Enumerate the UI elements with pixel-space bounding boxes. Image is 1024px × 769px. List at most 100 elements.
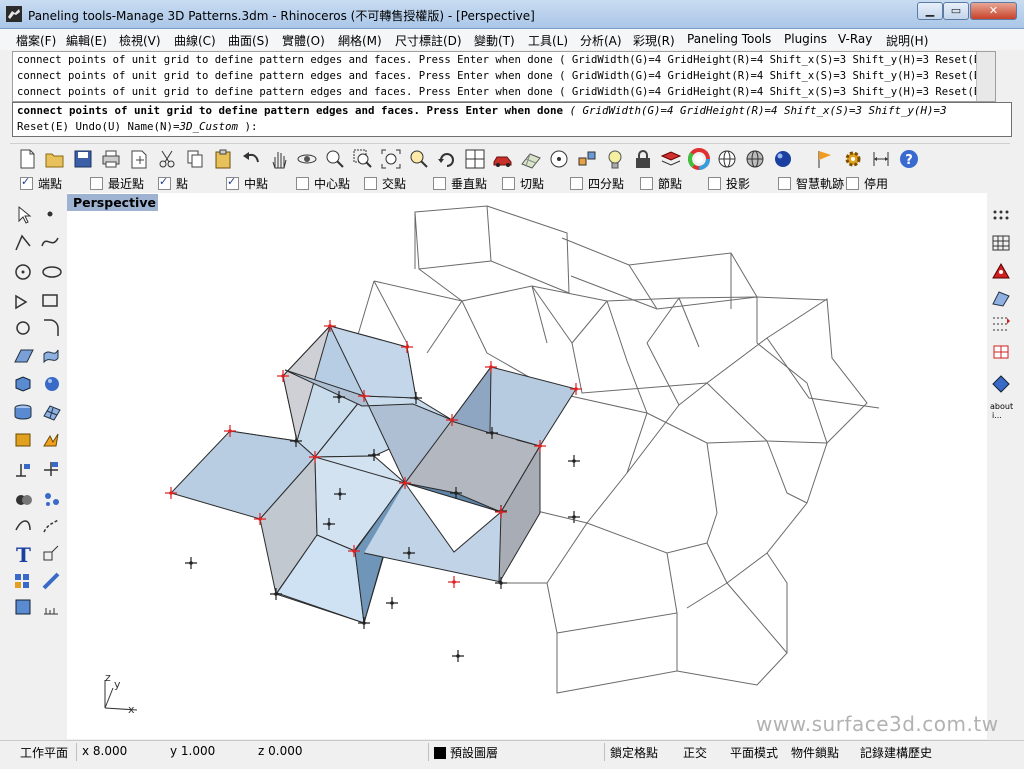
- checkbox[interactable]: [502, 177, 515, 190]
- left-toolbar-icons[interactable]: T: [10, 200, 66, 625]
- status-planar[interactable]: 平面模式: [730, 744, 778, 761]
- dimension-icon[interactable]: [870, 148, 892, 170]
- osnap-intersection[interactable]: 交點: [364, 175, 406, 192]
- save-icon[interactable]: [72, 148, 94, 170]
- shaded-sphere-icon[interactable]: [744, 148, 766, 170]
- viewport-title-tab[interactable]: Perspective: [67, 194, 158, 211]
- undo-icon[interactable]: [240, 148, 262, 170]
- grid-icon[interactable]: [520, 148, 542, 170]
- copy-icon[interactable]: [184, 148, 206, 170]
- checkbox[interactable]: [570, 177, 583, 190]
- menu-surface[interactable]: 曲面(S): [228, 32, 269, 49]
- checkbox[interactable]: [364, 177, 377, 190]
- zoom-extents-icon[interactable]: [380, 148, 402, 170]
- osnap-quad[interactable]: 四分點: [570, 175, 624, 192]
- checkbox[interactable]: [20, 175, 33, 190]
- help-icon[interactable]: ?: [898, 148, 920, 170]
- menu-view[interactable]: 檢視(V): [119, 32, 161, 49]
- point-icon[interactable]: [548, 148, 570, 170]
- maximize-button[interactable]: ▭: [943, 2, 969, 20]
- gear-icon[interactable]: [842, 148, 864, 170]
- osnap-project[interactable]: 投影: [708, 175, 750, 192]
- grid-icon: [992, 235, 1010, 251]
- osnap-smarttrack[interactable]: 智慧軌跡: [778, 175, 844, 192]
- new-file-icon[interactable]: [16, 148, 38, 170]
- history-scrollbar[interactable]: [976, 52, 995, 101]
- rotate-view-icon[interactable]: [296, 148, 318, 170]
- rendered-sphere-icon[interactable]: [772, 148, 794, 170]
- osnap-knot[interactable]: 節點: [640, 175, 682, 192]
- status-ortho[interactable]: 正交: [683, 744, 707, 761]
- status-cplane[interactable]: 工作平面: [20, 744, 68, 761]
- checkbox[interactable]: [90, 177, 103, 190]
- menu-vray[interactable]: V-Ray: [838, 32, 872, 46]
- four-views-icon[interactable]: [464, 148, 486, 170]
- osnap-disable[interactable]: 停用: [846, 175, 888, 192]
- menu-dimension[interactable]: 尺寸標註(D): [395, 32, 462, 49]
- right-toolbar: about i...: [987, 200, 1015, 425]
- zoom-selected-icon[interactable]: [408, 148, 430, 170]
- perspective-viewport[interactable]: x y z: [67, 193, 987, 739]
- cut-icon[interactable]: [156, 148, 178, 170]
- open-file-icon[interactable]: [44, 148, 66, 170]
- menu-file[interactable]: 檔案(F): [16, 32, 56, 49]
- checkbox[interactable]: [296, 177, 309, 190]
- checkbox[interactable]: [846, 177, 859, 190]
- checkbox[interactable]: [433, 177, 446, 190]
- pan-icon[interactable]: [268, 148, 290, 170]
- car-icon[interactable]: [492, 148, 514, 170]
- menu-tools[interactable]: 工具(L): [528, 32, 568, 49]
- osnap-end[interactable]: 端點: [20, 175, 62, 192]
- right-toolbar-icons[interactable]: abouti...: [987, 200, 1015, 425]
- status-layer[interactable]: 預設圖層: [450, 744, 498, 761]
- osnap-perpendicular[interactable]: 垂直點: [433, 175, 487, 192]
- status-history[interactable]: 記錄建構歷史: [860, 744, 932, 761]
- checkbox[interactable]: [640, 177, 653, 190]
- import-icon[interactable]: [128, 148, 150, 170]
- layer-icon[interactable]: [660, 148, 682, 170]
- close-button[interactable]: ✕: [970, 2, 1017, 20]
- osnap-near[interactable]: 最近點: [90, 175, 144, 192]
- status-osnap[interactable]: 物件鎖點: [791, 744, 839, 761]
- osnap-point[interactable]: 點: [158, 175, 188, 192]
- minimize-button[interactable]: ▁: [917, 2, 943, 20]
- wireframe-sphere-icon[interactable]: [716, 148, 738, 170]
- boolean-icon: [16, 495, 32, 505]
- zoom-window-icon[interactable]: [352, 148, 374, 170]
- light-icon[interactable]: [604, 148, 626, 170]
- checkbox[interactable]: [226, 175, 239, 190]
- menu-plugins[interactable]: Plugins: [784, 32, 827, 46]
- flag-icon[interactable]: [814, 148, 836, 170]
- checkbox[interactable]: [708, 177, 721, 190]
- viewport-canvas[interactable]: x y z: [67, 193, 987, 739]
- undo-view-icon[interactable]: [436, 148, 458, 170]
- menu-paneling-tools[interactable]: Paneling Tools: [687, 32, 771, 46]
- status-grid-snap[interactable]: 鎖定格點: [610, 744, 658, 761]
- watermark: www.surface3d.com.tw: [756, 712, 999, 736]
- lock-icon[interactable]: [632, 148, 654, 170]
- osnap-center[interactable]: 中心點: [296, 175, 350, 192]
- print-icon[interactable]: [100, 148, 122, 170]
- command-line[interactable]: connect points of unit grid to define pa…: [12, 102, 1012, 137]
- color-wheel-icon[interactable]: [688, 148, 710, 170]
- command-options[interactable]: ( GridWidth(G)=4 GridHeight(R)=4 Shift_x…: [570, 104, 947, 117]
- checkbox[interactable]: [778, 177, 791, 190]
- menu-solid[interactable]: 實體(O): [282, 32, 325, 49]
- paste-icon[interactable]: [212, 148, 234, 170]
- menu-analyze[interactable]: 分析(A): [580, 32, 622, 49]
- command-history[interactable]: connect points of unit grid to define pa…: [12, 51, 996, 102]
- menu-curve[interactable]: 曲線(C): [174, 32, 216, 49]
- command-options-line2[interactable]: Reset(E) Undo(U) Name(N)=: [17, 120, 180, 133]
- command-name-value[interactable]: 3D_Custom: [180, 120, 239, 133]
- menu-render[interactable]: 彩現(R): [633, 32, 675, 49]
- explode-icon[interactable]: [576, 148, 598, 170]
- zoom-icon[interactable]: [324, 148, 346, 170]
- osnap-mid[interactable]: 中點: [226, 175, 268, 192]
- osnap-tangent[interactable]: 切點: [502, 175, 544, 192]
- checkbox[interactable]: [158, 175, 171, 190]
- menu-edit[interactable]: 編輯(E): [66, 32, 107, 49]
- rhino-app-icon[interactable]: [6, 6, 22, 22]
- menu-mesh[interactable]: 網格(M): [338, 32, 382, 49]
- menu-help[interactable]: 說明(H): [886, 32, 928, 49]
- menu-transform[interactable]: 變動(T): [474, 32, 515, 49]
